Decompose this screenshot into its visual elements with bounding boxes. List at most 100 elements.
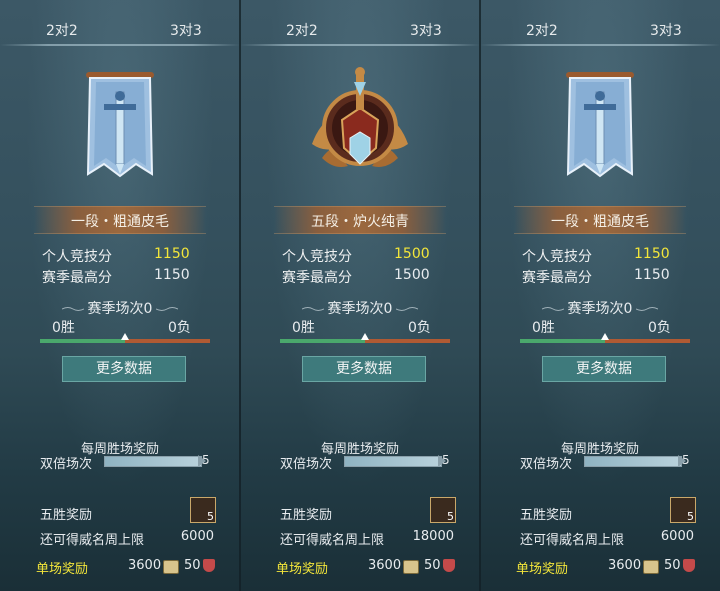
coin-icon	[643, 560, 659, 574]
honor-shield-icon	[443, 559, 455, 572]
season-best-value: 1150	[154, 267, 190, 283]
weekly-cap-value: 6000	[660, 529, 694, 544]
double-matches-label: 双倍场次	[280, 457, 333, 472]
wins-count: 0胜	[532, 320, 555, 336]
rank-name: 一段・粗通皮毛	[551, 214, 649, 230]
winged-medal-icon	[240, 62, 480, 202]
double-matches-label: 双倍场次	[40, 457, 93, 472]
tab-2v2[interactable]: 2对2	[526, 20, 558, 40]
five-win-reward-label: 五胜奖励	[520, 508, 573, 523]
ratio-marker-icon	[601, 333, 609, 340]
personal-score-value: 1500	[394, 246, 430, 262]
tab-3v3[interactable]: 3对3	[410, 20, 442, 40]
honor-reward-value: 50	[184, 558, 201, 573]
ornament-right	[396, 307, 418, 311]
coin-icon	[403, 560, 419, 574]
rank-banner: 一段・粗通皮毛	[514, 206, 686, 234]
wins-count: 0胜	[292, 320, 315, 336]
treasure-chest-icon[interactable]: 5	[190, 497, 216, 523]
weekly-cap-value: 18000	[412, 529, 454, 544]
panel-divider	[239, 0, 241, 591]
ratio-marker-icon	[121, 333, 129, 340]
arena-panel-left: 2对2 3对3 一段・粗通皮毛 个人竞技分 1150 赛季最高分 1150 赛季…	[0, 0, 240, 591]
honor-reward-value: 50	[424, 558, 441, 573]
single-match-reward-label: 单场奖励	[36, 562, 89, 577]
season-matches: 赛季场次0	[327, 301, 393, 317]
honor-shield-icon	[203, 559, 215, 572]
tab-2v2[interactable]: 2对2	[46, 20, 78, 40]
losses-count: 0负	[168, 320, 191, 336]
tab-divider	[0, 44, 240, 46]
win-ratio-fill	[40, 339, 125, 343]
more-data-button[interactable]: 更多数据	[302, 356, 426, 382]
win-ratio-fill	[520, 339, 605, 343]
double-matches-bar	[584, 456, 682, 467]
season-best-label: 赛季最高分	[42, 270, 112, 286]
personal-score-label: 个人竞技分	[522, 249, 592, 265]
rank-name: 一段・粗通皮毛	[71, 214, 169, 230]
ratio-marker-icon	[361, 333, 369, 340]
mode-tabs: 2对2 3对3	[240, 14, 480, 48]
ornament-right	[636, 307, 658, 311]
season-best-label: 赛季最高分	[282, 270, 352, 286]
single-match-reward-label: 单场奖励	[276, 562, 329, 577]
double-matches-count: 5	[202, 453, 210, 467]
double-matches-count: 5	[442, 453, 450, 467]
five-win-reward-label: 五胜奖励	[40, 508, 93, 523]
chest-count: 5	[687, 510, 694, 523]
double-matches-bar	[104, 456, 202, 467]
rank-banner: 一段・粗通皮毛	[34, 206, 206, 234]
wins-count: 0胜	[52, 320, 75, 336]
treasure-chest-icon[interactable]: 5	[670, 497, 696, 523]
personal-score-label: 个人竞技分	[282, 249, 352, 265]
coin-reward-value: 3600	[368, 558, 402, 573]
treasure-chest-icon[interactable]: 5	[430, 497, 456, 523]
weekly-cap-value: 6000	[180, 529, 214, 544]
double-matches-label: 双倍场次	[520, 457, 573, 472]
weekly-cap-label: 还可得威名周上限	[40, 533, 145, 548]
rank-banner: 五段・炉火纯青	[274, 206, 446, 234]
panel-divider	[479, 0, 481, 591]
more-data-button[interactable]: 更多数据	[542, 356, 666, 382]
coin-icon	[163, 560, 179, 574]
double-matches-count: 5	[682, 453, 690, 467]
season-best-value: 1500	[394, 267, 430, 283]
tab-3v3[interactable]: 3对3	[650, 20, 682, 40]
rank-name: 五段・炉火纯青	[311, 214, 409, 230]
personal-score-value: 1150	[634, 246, 670, 262]
banner-sword-icon	[0, 62, 240, 202]
tab-divider	[240, 44, 480, 46]
mode-tabs: 2对2 3对3	[480, 14, 720, 48]
season-matches: 赛季场次0	[87, 301, 153, 317]
win-loss-bar	[520, 333, 690, 343]
chest-count: 5	[207, 510, 214, 523]
ornament-right	[156, 307, 178, 311]
win-loss-bar	[280, 333, 450, 343]
five-win-reward-label: 五胜奖励	[280, 508, 333, 523]
win-ratio-fill	[280, 339, 365, 343]
coin-reward-value: 3600	[608, 558, 642, 573]
arena-panel-center: 2对2 3对3 五段・炉火纯青 个人竞技分 1500 赛季最高分 1500 赛季…	[240, 0, 480, 591]
personal-score-value: 1150	[154, 246, 190, 262]
honor-shield-icon	[683, 559, 695, 572]
season-best-label: 赛季最高分	[522, 270, 592, 286]
mode-tabs: 2对2 3对3	[0, 14, 240, 48]
single-match-reward-label: 单场奖励	[516, 562, 569, 577]
coin-reward-value: 3600	[128, 558, 162, 573]
win-loss-bar	[40, 333, 210, 343]
tab-divider	[480, 44, 720, 46]
more-data-button[interactable]: 更多数据	[62, 356, 186, 382]
honor-reward-value: 50	[664, 558, 681, 573]
season-matches: 赛季场次0	[567, 301, 633, 317]
arena-panel-right: 2对2 3对3 一段・粗通皮毛 个人竞技分 1150 赛季最高分 1150 赛季…	[480, 0, 720, 591]
weekly-cap-label: 还可得威名周上限	[520, 533, 625, 548]
double-matches-bar	[344, 456, 442, 467]
banner-sword-icon	[480, 62, 720, 202]
personal-score-label: 个人竞技分	[42, 249, 112, 265]
season-best-value: 1150	[634, 267, 670, 283]
chest-count: 5	[447, 510, 454, 523]
tab-3v3[interactable]: 3对3	[170, 20, 202, 40]
losses-count: 0负	[408, 320, 431, 336]
tab-2v2[interactable]: 2对2	[286, 20, 318, 40]
losses-count: 0负	[648, 320, 671, 336]
